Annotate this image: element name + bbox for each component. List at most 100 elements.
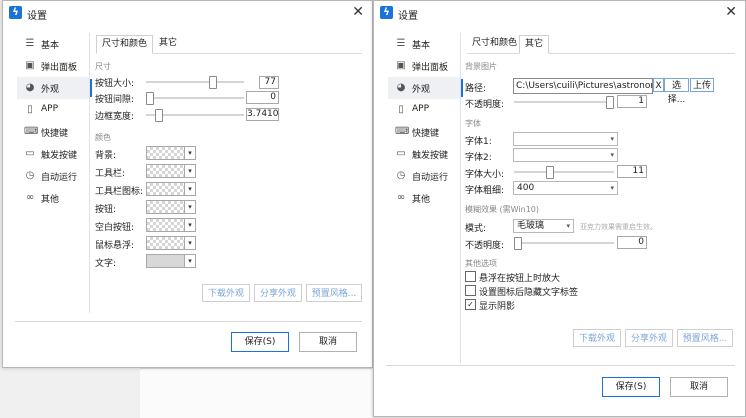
font2-label: 字体2: <box>465 153 492 163</box>
sidebar-item-basic[interactable]: ☰ 基本 <box>17 33 89 55</box>
sidebar-divider <box>89 33 90 313</box>
sidebar-item-trigger-key[interactable]: ▭ 触发按键 <box>17 143 89 165</box>
preset-style-button[interactable]: 预置风格... <box>306 284 362 302</box>
background-desktop <box>140 368 372 418</box>
font-weight-label: 字体粗细: <box>465 186 505 196</box>
clock-icon: ◷ <box>396 170 406 181</box>
sidebar-item-app[interactable]: ▯ APP <box>17 99 89 121</box>
font1-select[interactable]: ▾ <box>513 132 618 146</box>
font-weight-select[interactable]: 400 ▾ <box>513 181 618 195</box>
share-appearance-button[interactable]: 分享外观 <box>254 284 302 302</box>
download-appearance-button[interactable]: 下载外观 <box>573 329 621 347</box>
blur-opacity-label: 不透明度: <box>465 241 505 251</box>
clear-path-button[interactable]: X <box>653 78 664 92</box>
cancel-button[interactable]: 取消 <box>299 332 357 352</box>
chevron-down-icon: ▾ <box>184 165 195 177</box>
blur-opacity-input[interactable]: 0 <box>617 236 647 249</box>
color-empty-button-label: 空白按钮: <box>95 223 135 233</box>
panel-icon: ▣ <box>396 60 406 71</box>
font-size-label: 字体大小: <box>465 170 505 180</box>
show-shadow-checkbox[interactable]: ✓ <box>465 299 476 310</box>
hide-text-label-label: 设置图标后隐藏文字标签 <box>479 288 579 298</box>
button-size-input[interactable]: 77 <box>259 76 279 89</box>
palette-icon: ◕ <box>396 82 406 93</box>
border-width-slider[interactable] <box>146 109 244 122</box>
border-width-input[interactable]: 3.7410 <box>246 108 279 121</box>
tab-other[interactable]: 其它 <box>519 35 550 54</box>
path-label: 路径: <box>465 84 487 94</box>
tab-size-color[interactable]: 尺寸和颜色 <box>96 35 154 54</box>
phone-icon: ▯ <box>27 104 33 115</box>
cancel-button[interactable]: 取消 <box>670 377 728 397</box>
title-bar: ϟ 设置 ✕ <box>3 1 372 25</box>
settings-window-appearance-other: ϟ 设置 ✕ ☰ 基本 ▣ 弹出面板 ◕ 外观 ▯ APP ⌨ 快捷键 ▭ 触发按键 ◷ 自动… <box>373 0 746 417</box>
show-shadow-label: 显示阴影 <box>479 302 516 312</box>
upload-button[interactable]: 上传 <box>690 78 714 92</box>
title-bar: ϟ 设置 ✕ <box>374 1 745 25</box>
save-button[interactable]: 保存(S) <box>231 332 289 352</box>
path-input[interactable]: C:\Users\cuili\Pictures\astronomy <box>513 78 653 94</box>
close-icon[interactable]: ✕ <box>352 4 364 20</box>
color-toolbar-icon-picker[interactable]: ▾ <box>146 182 196 196</box>
button-size-slider[interactable] <box>146 76 244 89</box>
button-gap-slider[interactable] <box>146 92 244 105</box>
sidebar-item-popup-panel[interactable]: ▣ 弹出面板 <box>388 55 460 77</box>
hide-text-label-checkbox[interactable] <box>465 285 476 296</box>
color-empty-button-picker[interactable]: ▾ <box>146 218 196 232</box>
bg-opacity-slider[interactable] <box>514 96 614 109</box>
color-toolbar-picker[interactable]: ▾ <box>146 164 196 178</box>
sidebar-item-popup-panel[interactable]: ▣ 弹出面板 <box>17 55 89 77</box>
chevron-down-icon: ▾ <box>566 222 570 230</box>
font-size-input[interactable]: 11 <box>617 165 647 178</box>
zoom-on-hover-checkbox[interactable] <box>465 271 476 282</box>
button-gap-label: 按钮间隙: <box>95 95 135 105</box>
font-size-slider[interactable] <box>514 166 614 179</box>
blur-opacity-slider[interactable] <box>514 237 614 250</box>
sidebar-item-autorun[interactable]: ◷ 自动运行 <box>17 165 89 187</box>
button-size-label: 按钮大小: <box>95 79 135 89</box>
close-icon[interactable]: ✕ <box>725 4 737 20</box>
sidebar-item-hotkeys[interactable]: ⌨ 快捷键 <box>17 121 89 143</box>
preset-style-button[interactable]: 预置风格... <box>677 329 733 347</box>
zoom-on-hover-label: 悬浮在按钮上时放大 <box>479 274 561 284</box>
blur-mode-label: 模式: <box>465 224 487 234</box>
sidebar-item-appearance[interactable]: ◕ 外观 <box>17 77 92 99</box>
font2-select[interactable]: ▾ <box>513 148 618 162</box>
button-gap-input[interactable]: 0 <box>246 91 279 104</box>
bg-opacity-input[interactable]: 1 <box>617 95 647 108</box>
chevron-down-icon: ▾ <box>184 147 195 159</box>
download-appearance-button[interactable]: 下载外观 <box>202 284 250 302</box>
sidebar: ☰ 基本 ▣ 弹出面板 ◕ 外观 ▯ APP ⌨ 快捷键 ▭ 触发按键 ◷ 自动运行 ∞ 其他 <box>17 33 92 209</box>
sidebar-item-hotkeys[interactable]: ⌨ 快捷键 <box>388 121 460 143</box>
sidebar-item-trigger-key[interactable]: ▭ 触发按键 <box>388 143 460 165</box>
color-button-picker[interactable]: ▾ <box>146 200 196 214</box>
color-text-label: 文字: <box>95 259 117 269</box>
chevron-down-icon: ▾ <box>610 184 614 192</box>
color-toolbar-label: 工具栏: <box>95 169 126 179</box>
settings-window-appearance-size: ϟ 设置 ✕ ☰ 基本 ▣ 弹出面板 ◕ 外观 ▯ APP ⌨ 快捷键 ▭ 触发按键 ◷ 自动… <box>2 0 373 368</box>
sidebar-item-app[interactable]: ▯ APP <box>388 99 460 121</box>
save-button[interactable]: 保存(S) <box>602 377 660 397</box>
chevron-down-icon: ▾ <box>184 201 195 213</box>
footer-divider <box>386 365 735 366</box>
choose-file-button[interactable]: 选择... <box>664 78 689 105</box>
panel-icon: ▣ <box>25 60 35 71</box>
color-text-picker[interactable]: ▾ <box>146 254 196 268</box>
sidebar-item-basic[interactable]: ☰ 基本 <box>388 33 460 55</box>
sidebar: ☰ 基本 ▣ 弹出面板 ◕ 外观 ▯ APP ⌨ 快捷键 ▭ 触发按键 ◷ 自动运行 ∞ 其他 <box>388 33 463 209</box>
sidebar-item-other[interactable]: ∞ 其他 <box>388 187 460 209</box>
color-background-picker[interactable]: ▾ <box>146 146 196 160</box>
color-hover-picker[interactable]: ▾ <box>146 236 196 250</box>
share-appearance-button[interactable]: 分享外观 <box>625 329 673 347</box>
keyboard-icon: ⌨ <box>395 126 410 137</box>
sidebar-item-appearance[interactable]: ◕ 外观 <box>388 77 463 99</box>
sliders-icon: ☰ <box>396 38 406 49</box>
chevron-down-icon: ▾ <box>184 255 195 267</box>
phone-icon: ▯ <box>398 104 404 115</box>
blur-mode-hint: 亚克力效果需重启生效。 <box>580 223 657 231</box>
sidebar-item-autorun[interactable]: ◷ 自动运行 <box>388 165 460 187</box>
tab-other[interactable]: 其它 <box>154 35 182 52</box>
blur-mode-select[interactable]: 毛玻璃 ▾ <box>513 219 574 233</box>
tab-size-color[interactable]: 尺寸和颜色 <box>467 35 522 52</box>
sidebar-item-other[interactable]: ∞ 其他 <box>17 187 89 209</box>
